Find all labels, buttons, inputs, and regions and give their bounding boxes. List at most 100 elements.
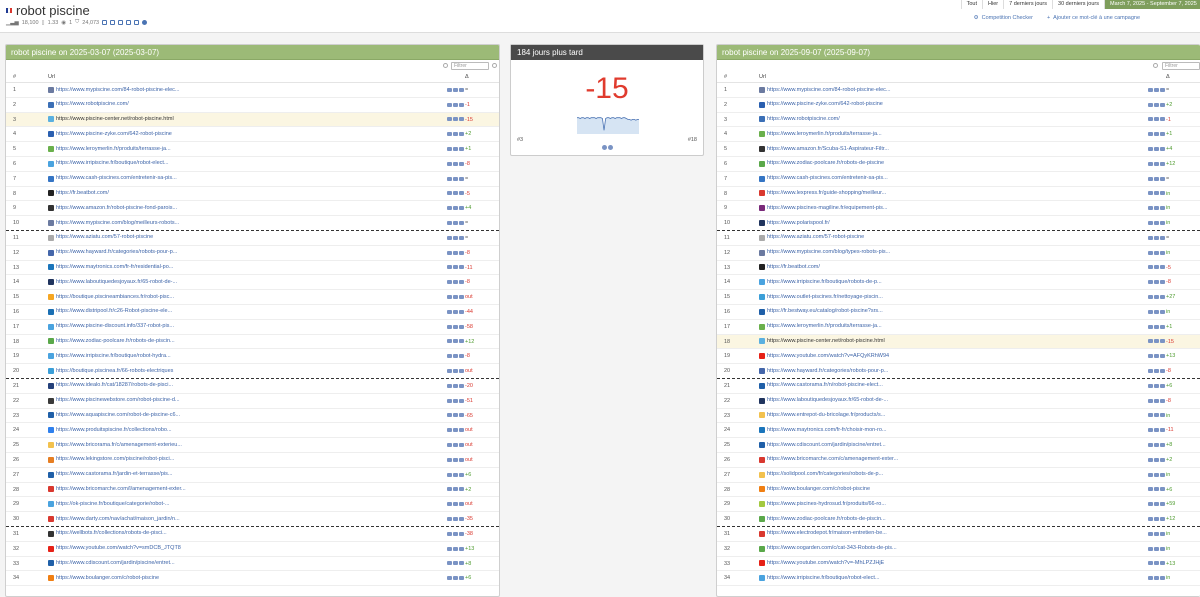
url-link[interactable]: https://www.hayward.fr/categories/robots… <box>56 246 177 260</box>
history-icon[interactable] <box>459 147 464 152</box>
history-icon[interactable] <box>459 309 464 314</box>
edit-icon[interactable] <box>110 20 116 25</box>
url-link[interactable]: https://www.lekingstore.com/piscine/robo… <box>56 453 174 467</box>
screenshot-icon[interactable] <box>447 191 452 196</box>
note-icon[interactable] <box>118 20 124 25</box>
url-link[interactable]: https://www.hayward.fr/categories/robots… <box>767 364 888 378</box>
url-link[interactable]: https://www.robotpiscine.com/ <box>56 98 129 112</box>
history-icon[interactable] <box>1160 383 1165 388</box>
url-link[interactable]: https://www.boulanger.com/c/robot-piscin… <box>56 571 159 585</box>
url-link[interactable]: https://www.leroymerlin.fr/produits/terr… <box>767 127 882 141</box>
history-icon[interactable] <box>459 235 464 240</box>
screenshot-icon[interactable] <box>447 309 452 314</box>
url-link[interactable]: https://www.cash-piscines.com/entretenir… <box>56 172 177 186</box>
url-link[interactable]: https://www.mypiscine.com/blog/types-rob… <box>767 246 890 260</box>
details-icon[interactable] <box>1154 221 1159 226</box>
details-icon[interactable] <box>453 87 458 92</box>
details-icon[interactable] <box>453 235 458 240</box>
screenshot-icon[interactable] <box>1148 339 1153 344</box>
url-link[interactable]: https://www.aziatu.com/57-robot-piscine <box>56 231 153 245</box>
url-link[interactable]: https://www.piscine-zyke.com/642-robot-p… <box>56 127 172 141</box>
details-icon[interactable] <box>453 576 458 581</box>
screenshot-icon[interactable] <box>447 531 452 536</box>
history-icon[interactable] <box>1160 191 1165 196</box>
details-icon[interactable] <box>1154 147 1159 152</box>
settings-icon[interactable] <box>1153 63 1158 68</box>
url-link[interactable]: https://www.maytronics.com/fr-fr/residen… <box>56 261 173 275</box>
history-icon[interactable] <box>459 502 464 507</box>
history-icon[interactable] <box>459 457 464 462</box>
history-icon[interactable] <box>1160 517 1165 521</box>
history-icon[interactable] <box>459 132 464 137</box>
screenshot-icon[interactable] <box>1148 235 1153 240</box>
history-icon[interactable] <box>1160 354 1165 359</box>
url-link[interactable]: https://www.maytronics.com/fr-fr/choisir… <box>767 423 887 437</box>
details-icon[interactable] <box>453 280 458 285</box>
screenshot-icon[interactable] <box>447 176 452 181</box>
screenshot-icon[interactable] <box>1148 206 1153 211</box>
screenshot-icon[interactable] <box>447 87 452 92</box>
details-icon[interactable] <box>1154 250 1159 255</box>
details-icon[interactable] <box>1154 161 1159 166</box>
details-icon[interactable] <box>1154 176 1159 181</box>
details-icon[interactable] <box>1154 309 1159 314</box>
settings-icon[interactable] <box>443 63 448 68</box>
screenshot-icon[interactable] <box>1148 531 1153 536</box>
url-link[interactable]: https://www.boulanger.com/c/robot-piscin… <box>767 483 870 497</box>
screenshot-icon[interactable] <box>1148 369 1153 374</box>
url-link[interactable]: https://www.bricomarche.com/l/amenagemen… <box>56 483 186 497</box>
url-link[interactable]: https://www.youtube.com/watch?v=AFQyKRhW… <box>767 349 889 363</box>
details-icon[interactable] <box>453 176 458 181</box>
screenshot-icon[interactable] <box>447 517 452 521</box>
tab-30-days[interactable]: 30 derniers jours <box>1052 0 1104 9</box>
history-icon[interactable] <box>1160 531 1165 536</box>
screenshot-icon[interactable] <box>1148 517 1153 521</box>
history-icon[interactable] <box>459 517 464 521</box>
screenshot-icon[interactable] <box>1148 546 1153 551</box>
url-link[interactable]: https://www.laboutiquedesjoyaux.fr/65-ro… <box>56 275 177 289</box>
history-icon[interactable] <box>459 102 464 107</box>
url-link[interactable]: https://fr.beatbot.com/ <box>767 261 820 275</box>
url-link[interactable]: https://www.aquapiscine.com/robot-de-pis… <box>56 409 180 423</box>
url-link[interactable]: https://www.cdiscount.com/jardin/piscine… <box>767 438 886 452</box>
history-icon[interactable] <box>459 265 464 270</box>
url-link[interactable]: https://wellbots.fr/collections/robots-d… <box>56 527 167 541</box>
details-icon[interactable] <box>453 502 458 507</box>
screenshot-icon[interactable] <box>1148 383 1153 388</box>
details-icon[interactable] <box>453 161 458 166</box>
history-icon[interactable] <box>1160 147 1165 152</box>
url-link[interactable]: https://www.mypiscine.com/blog/meilleurs… <box>56 216 179 230</box>
history-icon[interactable] <box>459 398 464 403</box>
settings-icon[interactable] <box>608 145 613 150</box>
details-icon[interactable] <box>453 369 458 374</box>
screenshot-icon[interactable] <box>1148 191 1153 196</box>
history-icon[interactable] <box>459 339 464 344</box>
history-icon[interactable] <box>1160 87 1165 92</box>
history-icon[interactable] <box>459 250 464 255</box>
history-icon[interactable] <box>459 161 464 166</box>
screenshot-icon[interactable] <box>1148 117 1153 122</box>
screenshot-icon[interactable] <box>447 576 452 581</box>
details-icon[interactable] <box>453 472 458 477</box>
history-icon[interactable] <box>459 369 464 374</box>
screenshot-icon[interactable] <box>447 102 452 107</box>
screenshot-icon[interactable] <box>447 502 452 507</box>
history-icon[interactable] <box>459 531 464 536</box>
tab-date-range[interactable]: March 7, 2025 - September 7, 2025 <box>1104 0 1200 9</box>
screenshot-icon[interactable] <box>447 339 452 344</box>
screenshot-icon[interactable] <box>447 324 452 329</box>
details-icon[interactable] <box>453 517 458 521</box>
screenshot-icon[interactable] <box>1148 295 1153 300</box>
screenshot-icon[interactable] <box>447 147 452 152</box>
history-icon[interactable] <box>1160 206 1165 211</box>
details-icon[interactable] <box>453 383 458 388</box>
details-icon[interactable] <box>1154 398 1159 403</box>
details-icon[interactable] <box>453 206 458 211</box>
screenshot-icon[interactable] <box>1148 398 1153 403</box>
url-link[interactable]: https://boutique.piscinea.fr/66-robots-e… <box>56 364 173 378</box>
history-icon[interactable] <box>1160 295 1165 300</box>
screenshot-icon[interactable] <box>1148 102 1153 107</box>
screenshot-icon[interactable] <box>447 265 452 270</box>
screenshot-icon[interactable] <box>447 546 452 551</box>
url-link[interactable]: https://www.darty.com/nav/achat/maison_j… <box>56 512 180 526</box>
